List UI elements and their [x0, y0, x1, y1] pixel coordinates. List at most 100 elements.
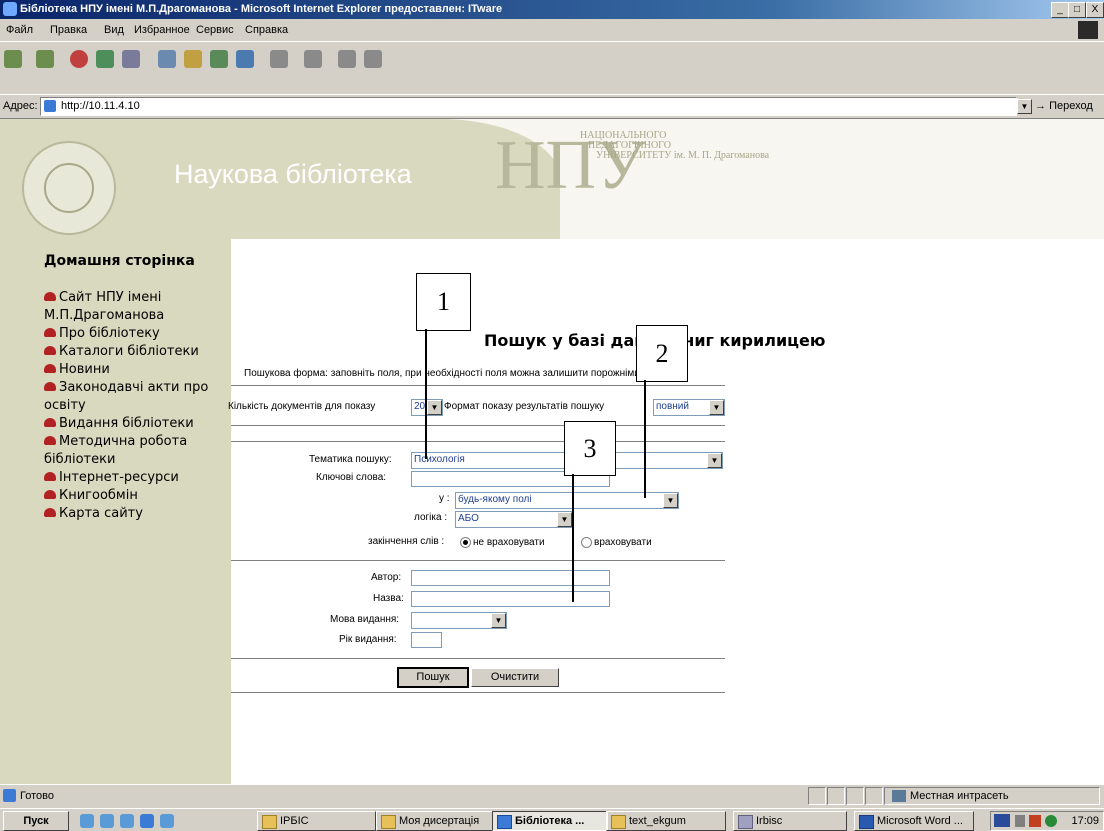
- year-input[interactable]: [411, 632, 442, 648]
- status-cell: [808, 787, 826, 805]
- npu-logo-text: НАЦІОНАЛЬНОГО ПЕДАГОГІЧНОГО УНІВЕРСИТЕТУ…: [560, 131, 769, 161]
- count-select[interactable]: 20 ▼: [411, 399, 443, 416]
- ie-quicklaunch-icon[interactable]: [140, 814, 154, 828]
- book-icon: [44, 292, 56, 301]
- sidebar-item-about[interactable]: Про бібліотеку: [44, 325, 229, 343]
- go-button[interactable]: → Переход: [1035, 100, 1093, 112]
- page-icon: [3, 789, 16, 802]
- address-input[interactable]: http://10.11.4.10: [40, 97, 1017, 116]
- language-icon[interactable]: [994, 814, 1010, 827]
- menu-view[interactable]: Вид: [104, 24, 124, 36]
- task-text-ekgum[interactable]: text_ekgum: [606, 811, 726, 831]
- lang-select[interactable]: ▼: [411, 612, 507, 629]
- sidebar-nav: Сайт НПУ імені М.П.Драгоманова Про біблі…: [44, 289, 229, 523]
- book-icon: [44, 490, 56, 499]
- search-button[interactable]: Пошук: [397, 667, 469, 688]
- sidebar-item-book-exchange[interactable]: Книгообмін: [44, 487, 229, 505]
- year-label: Рік видання:: [339, 634, 397, 645]
- home-icon[interactable]: [122, 50, 140, 68]
- folder-icon: [611, 815, 626, 829]
- logic-select[interactable]: АБО ▼: [455, 511, 573, 528]
- refresh-icon[interactable]: [96, 50, 114, 68]
- site-sidebar: Домашня сторінка Сайт НПУ імені М.П.Драг…: [0, 239, 231, 785]
- sidebar-item-laws[interactable]: Законодавчі акти про освіту: [44, 379, 229, 415]
- history-icon[interactable]: [236, 50, 254, 68]
- menu-file[interactable]: Файл: [6, 24, 33, 36]
- minimize-button[interactable]: _: [1051, 2, 1069, 18]
- quicklaunch-icon[interactable]: [80, 814, 94, 828]
- status-bar: Готово Местная интрасеть: [0, 784, 1104, 807]
- radio-consider[interactable]: [581, 537, 592, 548]
- forward-icon[interactable]: [36, 50, 54, 68]
- volume-icon[interactable]: [1015, 815, 1025, 827]
- start-button[interactable]: Пуск: [3, 811, 69, 831]
- book-icon: [44, 418, 56, 427]
- clear-button[interactable]: Очистити: [471, 668, 559, 687]
- address-dropdown-icon[interactable]: ▼: [1017, 99, 1032, 114]
- window-titlebar[interactable]: Бібліотека НПУ імені М.П.Драгоманова - M…: [0, 0, 1104, 19]
- book-icon: [44, 508, 56, 517]
- quicklaunch-icon[interactable]: [100, 814, 114, 828]
- author-input[interactable]: [411, 570, 610, 586]
- edit-icon[interactable]: [338, 50, 356, 68]
- sidebar-item-internet-resources[interactable]: Інтернет-ресурси: [44, 469, 229, 487]
- site-title: Наукова бібліотека: [174, 159, 412, 189]
- sidebar-item-news[interactable]: Новини: [44, 361, 229, 379]
- callout-2-pointer: [644, 380, 646, 498]
- format-select[interactable]: повний ▼: [653, 399, 725, 416]
- stop-icon[interactable]: [70, 50, 88, 68]
- task-irbisc[interactable]: Irbisc: [733, 811, 847, 831]
- maximize-button[interactable]: □: [1068, 2, 1086, 18]
- page-icon: [44, 100, 56, 112]
- task-library-ie[interactable]: Бібліотека ...: [492, 811, 608, 831]
- topic-label: Тематика пошуку:: [309, 454, 392, 465]
- task-irbis[interactable]: IPБIC: [257, 811, 376, 831]
- sidebar-item-publications[interactable]: Видання бібліотеки: [44, 415, 229, 433]
- sidebar-item-methodical[interactable]: Методична робота бібліотеки: [44, 433, 229, 469]
- book-icon: [44, 382, 56, 391]
- name-label: Назва:: [373, 593, 404, 604]
- sidebar-item-sitemap[interactable]: Карта сайту: [44, 505, 229, 523]
- clock: 17:09: [1071, 815, 1099, 827]
- close-button[interactable]: X: [1086, 2, 1104, 18]
- callout-1: 1: [416, 273, 471, 331]
- name-input[interactable]: [411, 591, 610, 607]
- task-dissertation[interactable]: Моя дисертація: [376, 811, 498, 831]
- quicklaunch-icon[interactable]: [160, 814, 174, 828]
- favorites-icon[interactable]: [184, 50, 202, 68]
- menu-tools[interactable]: Сервис: [196, 24, 234, 36]
- ie-logo-icon: [3, 2, 17, 16]
- divider: [231, 692, 725, 693]
- radio-ignore[interactable]: [460, 537, 471, 548]
- word-icon: [859, 815, 874, 829]
- npu-line-3: УНІВЕРСИТЕТУ ім. М. П. Драгоманова: [596, 150, 770, 161]
- menu-help[interactable]: Справка: [245, 24, 288, 36]
- task-word[interactable]: Microsoft Word ...: [854, 811, 974, 831]
- ie-icon: [497, 815, 512, 829]
- sidebar-item-catalogs[interactable]: Каталоги бібліотеки: [44, 343, 229, 361]
- divider: [231, 560, 725, 561]
- tray-app-icon[interactable]: [1045, 815, 1057, 827]
- chevron-down-icon: ▼: [663, 493, 678, 508]
- keywords-label: Ключові слова:: [316, 472, 387, 483]
- media-icon[interactable]: [210, 50, 228, 68]
- menu-favorites[interactable]: Избранное: [134, 24, 190, 36]
- app-icon: [738, 815, 753, 829]
- sidebar-item-npu-site[interactable]: Сайт НПУ імені М.П.Драгоманова: [44, 289, 229, 325]
- tray-app-icon[interactable]: [1029, 815, 1041, 827]
- divider: [231, 385, 725, 386]
- home-link[interactable]: Домашня сторінка: [44, 253, 195, 269]
- mail-icon[interactable]: [270, 50, 288, 68]
- callout-3: 3: [564, 421, 616, 476]
- back-icon[interactable]: [4, 50, 22, 68]
- callout-2: 2: [636, 325, 688, 382]
- search-icon[interactable]: [158, 50, 176, 68]
- taskbar: Пуск IPБIC Моя дисертація Бібліотека ...…: [0, 808, 1104, 831]
- radio-consider-label: враховувати: [594, 537, 652, 548]
- print-icon[interactable]: [304, 50, 322, 68]
- menu-edit[interactable]: Правка: [50, 24, 87, 36]
- status-cell: [846, 787, 864, 805]
- site-header: Наукова бібліотека НПУ НАЦІОНАЛЬНОГО ПЕД…: [0, 119, 1104, 239]
- quicklaunch-icon[interactable]: [120, 814, 134, 828]
- discuss-icon[interactable]: [364, 50, 382, 68]
